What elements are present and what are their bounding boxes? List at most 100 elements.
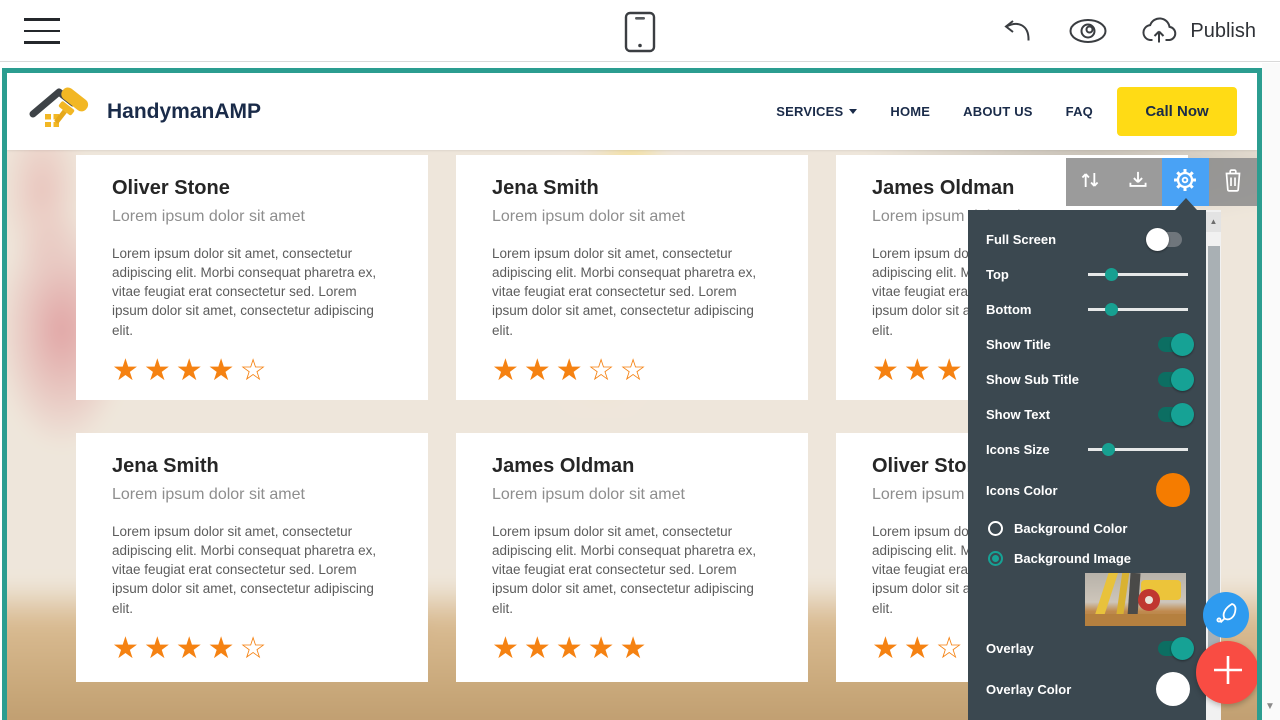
site-brand[interactable]: HandymanAMP <box>29 80 261 143</box>
setting-row-overlay-color: Overlay Color <box>986 666 1190 712</box>
slider-knob[interactable] <box>1102 443 1115 456</box>
setting-label[interactable]: Background Image <box>1014 551 1131 566</box>
icons-size-slider[interactable] <box>1088 448 1188 451</box>
plus-icon <box>1211 653 1245 692</box>
toggle-knob[interactable] <box>1171 403 1194 426</box>
site-content: Oliver Stone Lorem ipsum dolor sit amet Lo… <box>7 150 1257 720</box>
card-subtitle: Lorem ipsum dolor sit amet <box>492 208 772 226</box>
top-slider[interactable] <box>1088 273 1188 276</box>
background-image-thumbnail[interactable] <box>1085 573 1186 626</box>
star-rating: ★★★☆☆ <box>492 356 772 386</box>
show-sub-title-toggle[interactable] <box>1158 372 1182 387</box>
download-button[interactable] <box>1114 158 1162 206</box>
setting-row-top: Top <box>986 257 1190 292</box>
setting-row-icons-size: Icons Size <box>986 432 1190 467</box>
testimonial-card: Oliver StoneLorem ipsum dolor sit ametLo… <box>76 155 428 400</box>
show-text-toggle[interactable] <box>1158 407 1182 422</box>
radio-dot <box>992 555 999 562</box>
settings-gear-icon <box>1171 166 1199 199</box>
setting-label: Bottom <box>986 302 1032 317</box>
paintbrush-icon <box>1212 599 1240 632</box>
setting-label: Icons Size <box>986 442 1050 457</box>
star-rating: ★★★★★ <box>492 634 772 664</box>
nav-item-faq[interactable]: FAQ <box>1066 104 1093 119</box>
setting-label: Show Sub Title <box>986 372 1079 387</box>
panel-pointer <box>1175 198 1197 210</box>
card-title: Oliver Stone <box>112 177 392 200</box>
scroll-down-icon[interactable]: ▼ <box>1265 701 1275 712</box>
card-subtitle: Lorem ipsum dolor sit amet <box>492 486 772 504</box>
show-title-toggle[interactable] <box>1158 337 1182 352</box>
toggle-knob[interactable] <box>1171 637 1194 660</box>
call-now-button[interactable]: Call Now <box>1117 87 1237 136</box>
window-scrollbar[interactable]: ▼ <box>1262 63 1280 720</box>
setting-row-icons-color: Icons Color <box>986 467 1190 513</box>
card-text: Lorem ipsum dolor sit amet, consectetur … <box>112 244 392 340</box>
setting-row-background-image: Background Image <box>986 543 1190 573</box>
star-rating: ★★★★☆ <box>112 356 392 386</box>
card-subtitle: Lorem ipsum dolor sit amet <box>112 486 392 504</box>
hamburger-icon[interactable] <box>24 18 60 45</box>
testimonial-card: James Oldman Lorem ipsum dolor sit amet Lo… <box>456 433 808 682</box>
card-title: Jena Smith <box>492 177 772 200</box>
card-text: Lorem ipsum dolor sit amet, consectetur … <box>112 522 392 618</box>
full-screen-toggle[interactable] <box>1158 232 1182 247</box>
icons-color-swatch[interactable] <box>1156 473 1190 507</box>
setting-label: Icons Color <box>986 483 1058 498</box>
setting-label: Full Screen <box>986 232 1056 247</box>
toggle-knob[interactable] <box>1171 333 1194 356</box>
add-block-button[interactable] <box>1196 641 1259 704</box>
setting-label: Show Title <box>986 337 1051 352</box>
overlay-color-swatch[interactable] <box>1156 672 1190 706</box>
move-vertical-button[interactable] <box>1066 158 1114 206</box>
setting-label: Overlay Color <box>986 682 1071 697</box>
chevron-down-icon <box>849 109 857 114</box>
site-preview-frame: HandymanAMP SERVICES HOME ABOUT US FAQ Call… <box>2 68 1262 720</box>
setting-row-show-title: Show Title <box>986 327 1190 362</box>
setting-label: Show Text <box>986 407 1050 422</box>
background-image-radio[interactable] <box>988 551 1003 566</box>
setting-row-overlay: Overlay <box>986 631 1190 666</box>
testimonial-card: Jena Smith Lorem ipsum dolor sit amet Lore… <box>456 155 808 400</box>
mobile-preview-icon[interactable] <box>624 11 656 53</box>
overlay-toggle[interactable] <box>1158 641 1182 656</box>
cloud-upload-icon <box>1140 13 1180 50</box>
publish-label: Publish <box>1190 20 1256 43</box>
card-title: James Oldman <box>492 455 772 478</box>
eye-icon[interactable] <box>1068 17 1108 45</box>
trash-button[interactable] <box>1209 158 1257 206</box>
toggle-knob[interactable] <box>1171 368 1194 391</box>
setting-label: Overlay <box>986 641 1034 656</box>
setting-label[interactable]: Background Color <box>1014 521 1127 536</box>
card-text: Lorem ipsum dolor sit amet, consectetur … <box>492 244 772 340</box>
style-paintbrush-button[interactable] <box>1203 592 1249 638</box>
block-settings-panel: Full Screen Top Bottom Show Title Show Sub T… <box>968 210 1206 720</box>
download-icon <box>1125 167 1151 198</box>
setting-row-full-screen: Full Screen <box>986 222 1190 257</box>
thumbnail-detail <box>1085 614 1186 626</box>
brand-name[interactable]: HandymanAMP <box>107 100 261 124</box>
site-header: HandymanAMP SERVICES HOME ABOUT US FAQ Call… <box>7 73 1257 150</box>
card-text: Lorem ipsum dolor sit amet, consectetur … <box>492 522 772 618</box>
nav-item-home[interactable]: HOME <box>890 104 930 119</box>
toggle-knob[interactable] <box>1146 228 1169 251</box>
scroll-up-icon[interactable]: ▲ <box>1206 212 1221 232</box>
testimonial-card: Jena Smith Lorem ipsum dolor sit amet Lore… <box>76 433 428 682</box>
block-toolbar <box>1066 158 1257 206</box>
card-title: Jena Smith <box>112 455 392 478</box>
star-rating: ★★★★☆ <box>112 634 392 664</box>
undo-icon[interactable] <box>1000 14 1036 48</box>
thumbnail-detail <box>1145 596 1153 604</box>
slider-knob[interactable] <box>1105 303 1118 316</box>
site-nav: SERVICES HOME ABOUT US FAQ <box>776 104 1093 119</box>
setting-row-show-sub-title: Show Sub Title <box>986 362 1190 397</box>
nav-item-services[interactable]: SERVICES <box>776 104 857 119</box>
nav-item-about-us[interactable]: ABOUT US <box>963 104 1033 119</box>
appbar-actions: Publish <box>1000 0 1256 62</box>
publish-button[interactable]: Publish <box>1140 13 1256 50</box>
slider-knob[interactable] <box>1105 268 1118 281</box>
bottom-slider[interactable] <box>1088 308 1188 311</box>
background-color-radio[interactable] <box>988 521 1003 536</box>
setting-row-show-text: Show Text <box>986 397 1190 432</box>
house-paint-roller-logo <box>29 80 95 143</box>
